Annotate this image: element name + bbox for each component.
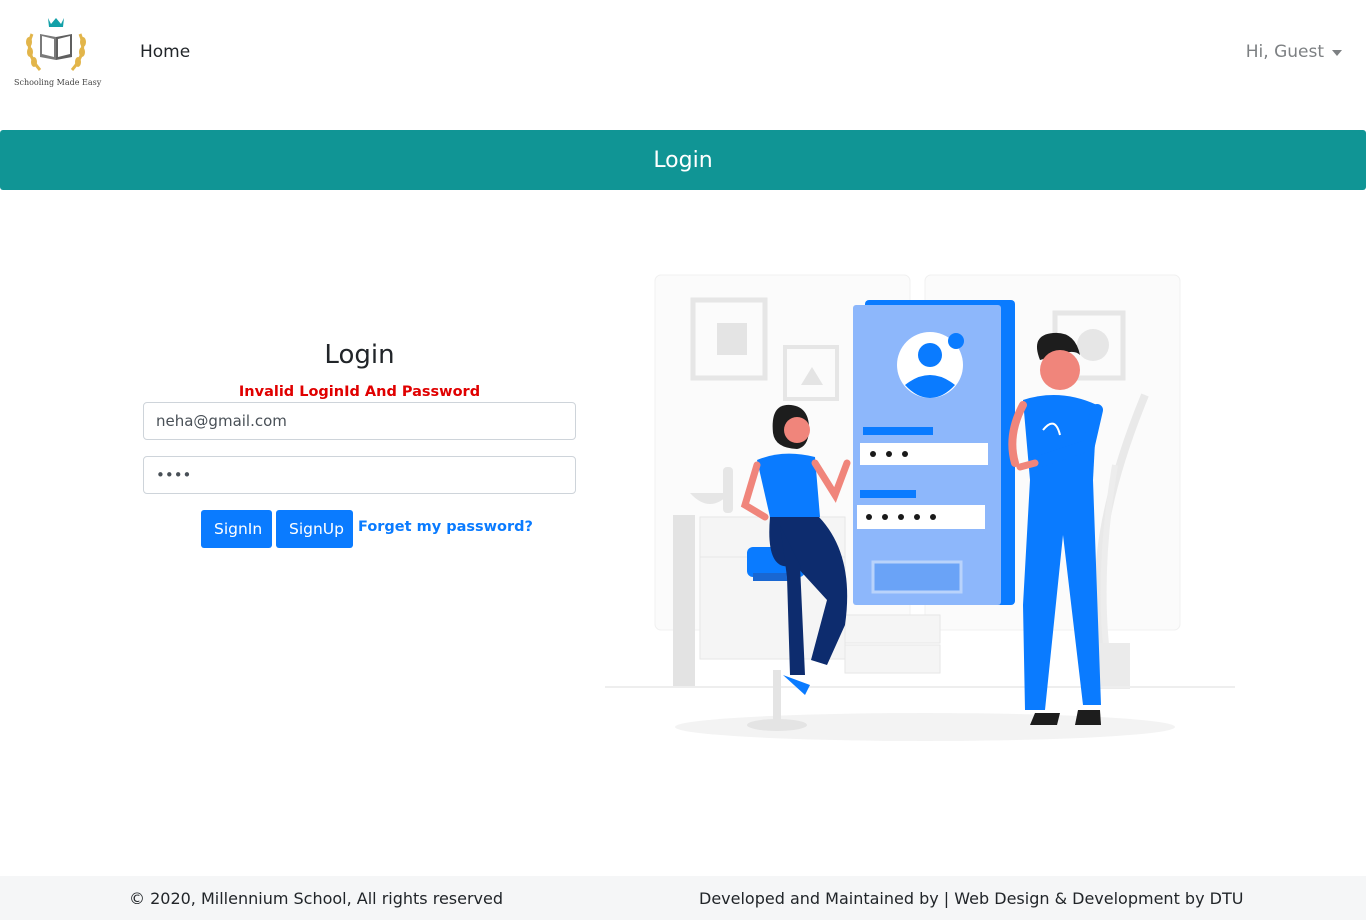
footer-credits: Developed and Maintained by | Web Design…: [699, 889, 1244, 908]
page-banner: Login: [0, 130, 1366, 190]
signup-button[interactable]: SignUp: [276, 510, 353, 548]
login-illustration: [605, 205, 1235, 835]
banner-title: Login: [653, 147, 713, 173]
error-message: Invalid LoginId And Password: [238, 384, 481, 400]
email-field[interactable]: [143, 402, 576, 440]
form-actions: SignIn SignUp Forget my password?: [143, 510, 576, 548]
signin-button[interactable]: SignIn: [201, 510, 272, 548]
user-greeting: Hi, Guest: [1245, 42, 1324, 62]
footer: © 2020, Millennium School, All rights re…: [0, 876, 1366, 920]
navbar: Schooling Made Easy Home Hi, Guest: [0, 0, 1366, 110]
logo-caption: Schooling Made Easy: [14, 78, 102, 87]
school-logo[interactable]: Schooling Made Easy: [14, 14, 102, 94]
illustration-svg: [605, 205, 1235, 835]
school-logo-icon: [26, 18, 86, 71]
forgot-password-link[interactable]: Forget my password?: [358, 519, 533, 535]
password-field[interactable]: [143, 456, 576, 494]
caret-down-icon: [1332, 50, 1342, 56]
footer-copyright: © 2020, Millennium School, All rights re…: [129, 889, 504, 908]
login-heading: Login: [324, 340, 395, 370]
user-dropdown[interactable]: Hi, Guest: [1246, 42, 1342, 62]
login-form: Login Invalid LoginId And Password SignI…: [143, 340, 576, 548]
nav-home-link[interactable]: Home: [140, 42, 190, 62]
